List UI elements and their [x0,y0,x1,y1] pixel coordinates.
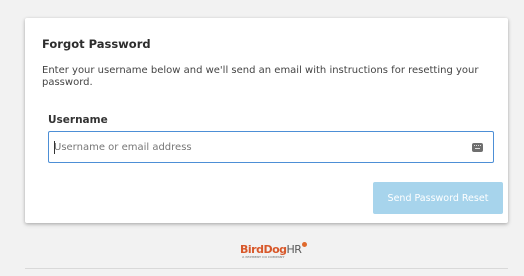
logo-tagline: A PAYMENT CO COMPANY [242,255,285,259]
footer-divider [25,268,508,269]
logo-text-hr: HR [286,243,302,256]
keyboard-icon[interactable] [472,143,483,152]
birddoghr-logo: BirdDogHR A PAYMENT CO COMPANY [240,242,308,259]
username-input[interactable] [49,132,493,162]
username-field[interactable] [48,131,494,163]
forgot-password-card: Forgot Password Enter your username belo… [25,18,508,223]
text-cursor [54,141,55,154]
send-password-reset-button[interactable]: Send Password Reset [373,182,503,214]
username-label: Username [48,114,108,126]
bird-icon [302,242,308,247]
page-title: Forgot Password [42,37,151,51]
instructions-text: Enter your username below and we'll send… [42,65,479,88]
